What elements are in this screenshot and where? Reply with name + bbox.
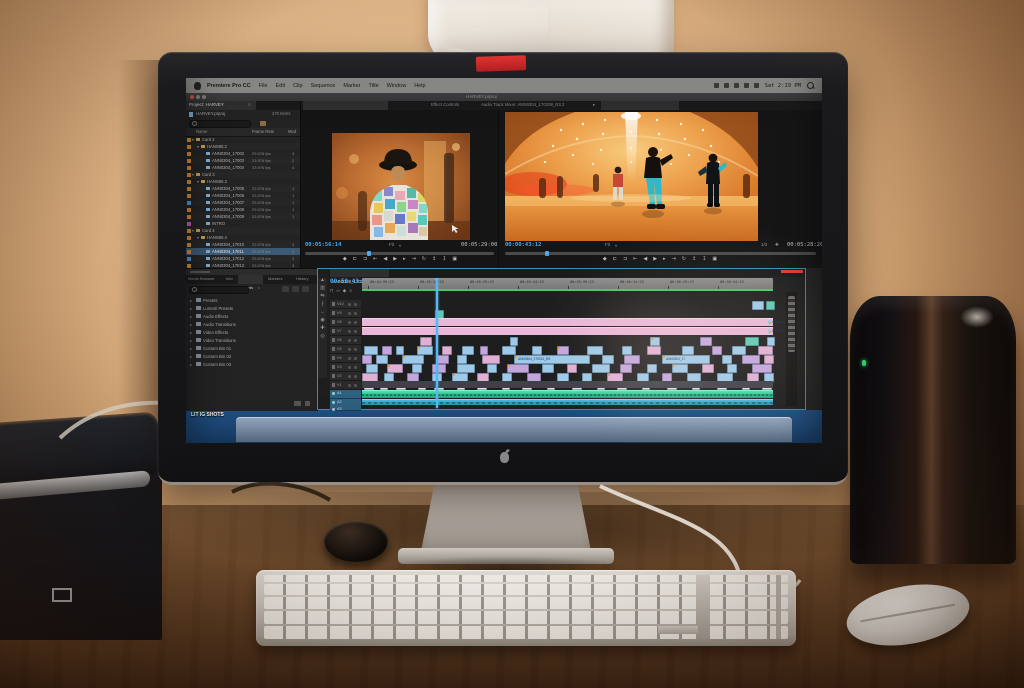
keyboard-arrow-gap <box>658 626 698 634</box>
control-puck <box>324 520 388 562</box>
keyboard-nav-gap <box>696 575 710 639</box>
mouse-seam <box>860 604 955 622</box>
photo-scene: LIT IG SHOTS Premiere Pro CCFileEditClip… <box>0 0 1024 688</box>
keyboard <box>256 570 796 646</box>
keyboard-numpad-gap <box>776 575 781 639</box>
